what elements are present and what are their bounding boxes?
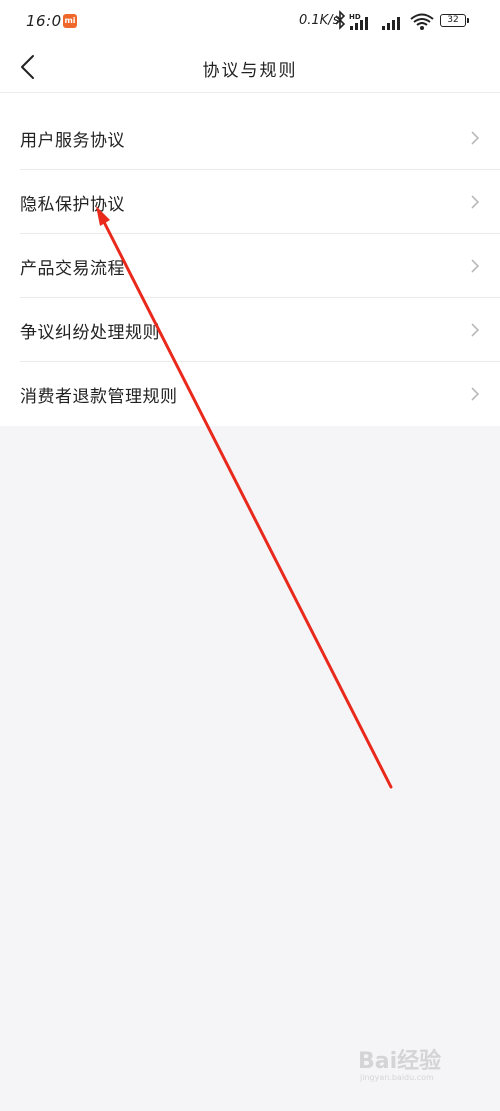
watermark-subtext: jingyan.baidu.com (360, 1073, 434, 1082)
wifi-icon (410, 13, 434, 26)
chevron-right-icon (471, 323, 480, 337)
battery-level: 32 (447, 15, 459, 25)
menu-item-transaction-process[interactable]: 产品交易流程 (0, 234, 500, 298)
menu-item-label: 隐私保护协议 (20, 195, 125, 215)
menu-item-dispute-rules[interactable]: 争议纠纷处理规则 (0, 298, 500, 362)
menu-item-refund-rules[interactable]: 消费者退款管理规则 (0, 362, 500, 426)
menu-item-label: 用户服务协议 (20, 131, 125, 151)
chevron-right-icon (471, 387, 480, 401)
menu-item-privacy-agreement[interactable]: 隐私保护协议 (0, 170, 500, 234)
menu-item-label: 产品交易流程 (20, 259, 125, 279)
page-title: 协议与规则 (202, 61, 298, 81)
battery-tip (467, 18, 469, 23)
status-bar: 16:07 mi 0.1K/s HD 32 (0, 0, 500, 44)
watermark-text: Bai经验 (358, 1049, 442, 1074)
menu-item-label: 消费者退款管理规则 (20, 387, 178, 407)
cellular-signal-2-icon (382, 17, 400, 30)
svg-text:HD: HD (349, 13, 361, 21)
baidu-jingyan-watermark: Bai经验 jingyan.baidu.com (358, 1041, 478, 1087)
menu-item-user-service-agreement[interactable]: 用户服务协议 (0, 106, 500, 170)
rules-menu: 用户服务协议 隐私保护协议 产品交易流程 争议纠纷处理规则 消费者退款管理规则 (0, 106, 500, 426)
chevron-right-icon (471, 131, 480, 145)
bluetooth-icon (335, 10, 346, 30)
battery-icon: 32 (440, 14, 466, 27)
chevron-right-icon (471, 195, 480, 209)
menu-item-label: 争议纠纷处理规则 (20, 323, 160, 343)
mi-notification-icon: mi (63, 14, 77, 28)
navigation-bar: 协议与规则 (0, 44, 500, 93)
chevron-right-icon (471, 259, 480, 273)
